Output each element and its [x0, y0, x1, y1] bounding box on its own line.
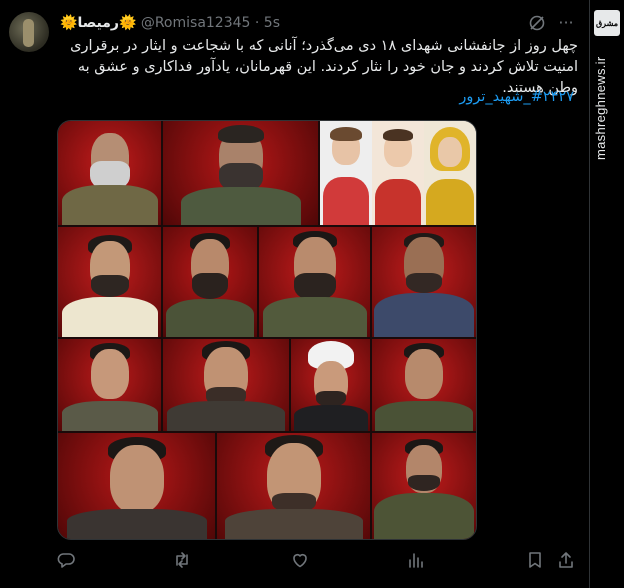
children-photo-tile	[320, 121, 476, 225]
more-icon[interactable]: ···	[556, 14, 576, 32]
portrait-tile	[259, 227, 370, 337]
mashregh-watermark: مشرق mashreghnews.ir	[590, 0, 624, 588]
portrait-tile	[58, 121, 161, 225]
mashregh-site: mashreghnews.ir	[593, 56, 608, 161]
portrait-tile	[163, 121, 318, 225]
portrait-tile	[163, 227, 257, 337]
portrait-tile	[372, 227, 476, 337]
tweet-image[interactable]	[57, 120, 477, 540]
display-name[interactable]: رمیصا	[77, 15, 119, 31]
portrait-tile	[217, 433, 370, 539]
grok-icon[interactable]	[528, 14, 546, 32]
separator-dot: ·	[254, 15, 260, 31]
portrait-tile	[372, 339, 476, 431]
portrait-tile	[58, 339, 161, 431]
avatar[interactable]	[9, 12, 49, 52]
portrait-tile	[58, 227, 161, 337]
user-handle[interactable]: @Romisa12345	[141, 15, 251, 31]
timestamp[interactable]: 5s	[264, 15, 280, 31]
retweet-icon[interactable]	[172, 550, 192, 570]
tweet-actions	[54, 548, 580, 572]
portrait-tile	[58, 433, 215, 539]
sun-emoji-left: 🌞	[60, 15, 78, 31]
hashtag-link[interactable]: #۲۴۲۷_شهید_ترور	[60, 87, 574, 108]
portrait-tile	[163, 339, 289, 431]
portrait-tile	[291, 339, 370, 431]
heart-icon[interactable]	[290, 550, 310, 570]
mashregh-logo: مشرق	[594, 10, 620, 36]
views-icon[interactable]	[406, 550, 426, 570]
portrait-tile	[372, 433, 476, 539]
sun-emoji-right: 🌞	[118, 15, 137, 31]
bookmark-icon[interactable]	[525, 550, 545, 570]
tweet-header: 🌞رمیصا🌞 @Romisa12345 · 5s	[60, 13, 550, 33]
reply-icon[interactable]	[56, 550, 76, 570]
share-icon[interactable]	[556, 550, 576, 570]
